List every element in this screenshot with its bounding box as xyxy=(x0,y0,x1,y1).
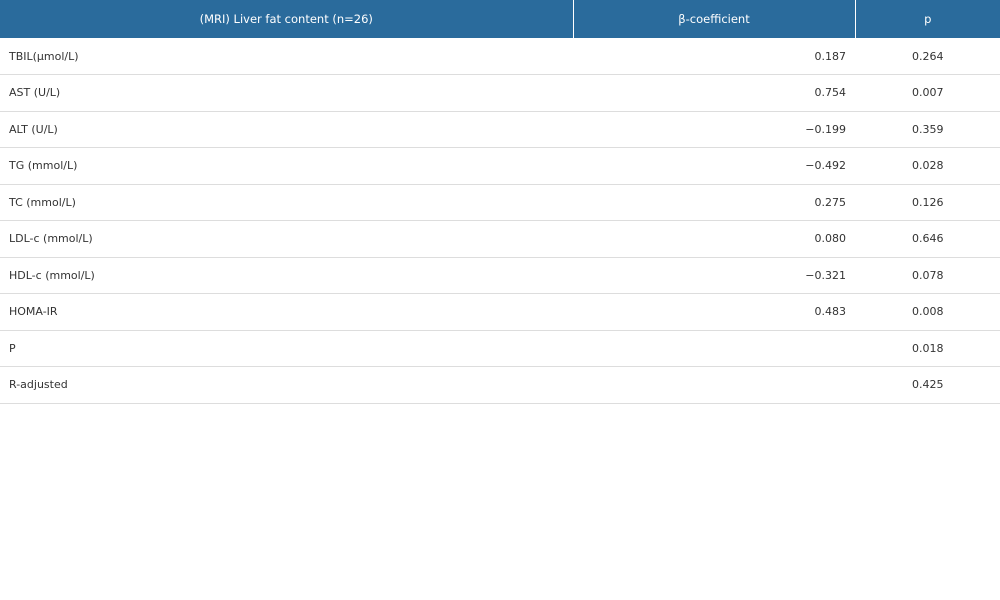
row-label: TG (mmol/L) xyxy=(9,159,78,173)
table-row: HDL-c (mmol/L) −0.321 0.078 xyxy=(0,257,1000,294)
row-label: ALT (U/L) xyxy=(9,122,58,136)
row-beta: 0.080 xyxy=(814,232,847,246)
row-p: 0.126 xyxy=(912,195,944,209)
header-beta-coefficient: β-coefficient xyxy=(573,0,856,38)
row-label: HOMA-IR xyxy=(9,305,58,319)
table-row: TC (mmol/L) 0.275 0.126 xyxy=(0,184,1000,221)
row-label: P xyxy=(9,341,16,355)
row-beta: −0.321 xyxy=(805,268,846,282)
row-p: 0.028 xyxy=(912,159,944,173)
row-beta: −0.199 xyxy=(805,122,846,136)
row-label: TC (mmol/L) xyxy=(9,195,76,209)
row-beta: 0.483 xyxy=(814,305,847,319)
row-beta xyxy=(573,330,855,367)
header-row: (MRI) Liver fat content (n=26) β-coeffic… xyxy=(0,0,1000,38)
table-header: (MRI) Liver fat content (n=26) β-coeffic… xyxy=(0,0,1000,38)
table-row: P 0.018 xyxy=(0,330,1000,367)
row-p: 0.078 xyxy=(912,268,944,282)
table-row: LDL-c (mmol/L) 0.080 0.646 xyxy=(0,221,1000,257)
row-p: 0.008 xyxy=(912,305,944,319)
table-row: ALT (U/L) −0.199 0.359 xyxy=(0,111,1000,148)
row-beta: 0.754 xyxy=(814,86,847,100)
table-row: AST (U/L) 0.754 0.007 xyxy=(0,75,1000,111)
row-label: AST (U/L) xyxy=(9,86,61,100)
row-beta: 0.275 xyxy=(814,195,847,209)
table-row: R-adjusted 0.425 xyxy=(0,367,1000,404)
row-p: 0.646 xyxy=(912,232,944,246)
row-beta: 0.187 xyxy=(814,49,847,63)
header-p-value: p xyxy=(924,12,932,26)
row-p: 0.018 xyxy=(912,341,944,355)
row-p: 0.425 xyxy=(912,378,944,392)
table-row: TG (mmol/L) −0.492 0.028 xyxy=(0,148,1000,184)
table-row: TBIL(μmol/L) 0.187 0.264 xyxy=(0,38,1000,75)
row-label: HDL-c (mmol/L) xyxy=(9,268,95,282)
row-p: 0.359 xyxy=(912,122,944,136)
row-beta xyxy=(573,367,855,404)
row-p: 0.264 xyxy=(912,49,944,63)
row-p: 0.007 xyxy=(912,86,944,100)
table-row: HOMA-IR 0.483 0.008 xyxy=(0,294,1000,330)
row-label: TBIL(μmol/L) xyxy=(9,49,79,63)
row-label: LDL-c (mmol/L) xyxy=(9,232,93,246)
regression-table: (MRI) Liver fat content (n=26) β-coeffic… xyxy=(0,0,1000,404)
row-beta: −0.492 xyxy=(805,159,846,173)
header-variable: (MRI) Liver fat content (n=26) xyxy=(0,0,574,38)
page: (MRI) Liver fat content (n=26) β-coeffic… xyxy=(0,0,1000,600)
table-body: TBIL(μmol/L) 0.187 0.264 AST (U/L) 0.754… xyxy=(0,38,1000,403)
row-label: R-adjusted xyxy=(9,378,68,392)
